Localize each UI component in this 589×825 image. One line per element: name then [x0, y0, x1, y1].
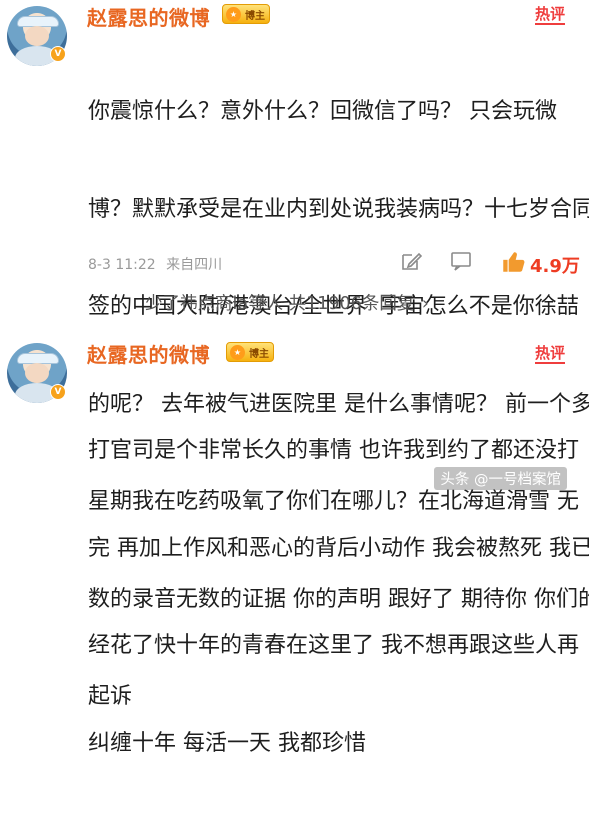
comment-icon[interactable] [450, 250, 472, 272]
comment-location: 来自四川 [166, 257, 223, 273]
like-count: 4.9万 [530, 256, 580, 277]
comment-line: 经花了快十年的青春在这里了 我不想再跟这些人再 [88, 633, 579, 658]
level-badge: ★ 博主 [222, 4, 270, 24]
crown-icon: ★ [230, 345, 245, 360]
comment-line: 打官司是个非常长久的事情 也许我到约了都还没打 [88, 438, 579, 463]
level-badge-label: 博主 [249, 348, 269, 360]
thumbs-up-icon[interactable] [500, 249, 526, 275]
crown-icon: ★ [226, 7, 241, 22]
hot-comment-label: 热评 [534, 344, 565, 364]
level-badge-label: 博主 [245, 10, 265, 22]
view-replies-link[interactable]: 少了祎点商la等人 共11906条回复 › [145, 290, 429, 315]
chevron-right-icon: › [421, 294, 429, 314]
comment-line: 博？默默承受是在业内到处说我装病吗？十七岁合同 [88, 196, 589, 222]
verified-badge-icon: V [50, 46, 66, 62]
author-name[interactable]: 赵露思的微博 [87, 339, 210, 368]
watermark-text: 头条 @一号档案馆 [440, 472, 561, 488]
level-badge: ★ 博主 [226, 342, 274, 362]
comment-line: 你震惊什么？意外什么？回微信了吗？ 只会玩微 [88, 99, 557, 124]
avatar-face [25, 26, 49, 46]
author-name[interactable]: 赵露思的微博 [87, 2, 210, 31]
comment-line: 纠缠十年 每活一天 我都珍惜 [88, 730, 366, 756]
comment-date: 8-3 11:22 [88, 257, 156, 273]
replies-summary: 少了祎点商la等人 共11906条回复 [145, 294, 415, 314]
verified-badge-icon: V [50, 384, 66, 400]
comment-meta: 8-3 11:22 来自四川 [88, 254, 228, 274]
watermark: 头条 @一号档案馆 [434, 467, 567, 490]
comment-card: V 赵露思的微博 ★ 博主 热评 你震惊什么？意外什么？回微信了吗？ 只会玩微 … [0, 0, 589, 709]
hot-comment-label: 热评 [534, 5, 565, 25]
edit-icon[interactable] [400, 250, 422, 272]
comment-text: 打官司是个非常长久的事情 也许我到约了都还没打 完 再加上作风和恶心的背后小动作… [88, 370, 589, 825]
avatar-face [25, 363, 49, 383]
comment-line: 完 再加上作风和恶心的背后小动作 我会被熬死 我已 [88, 535, 589, 561]
